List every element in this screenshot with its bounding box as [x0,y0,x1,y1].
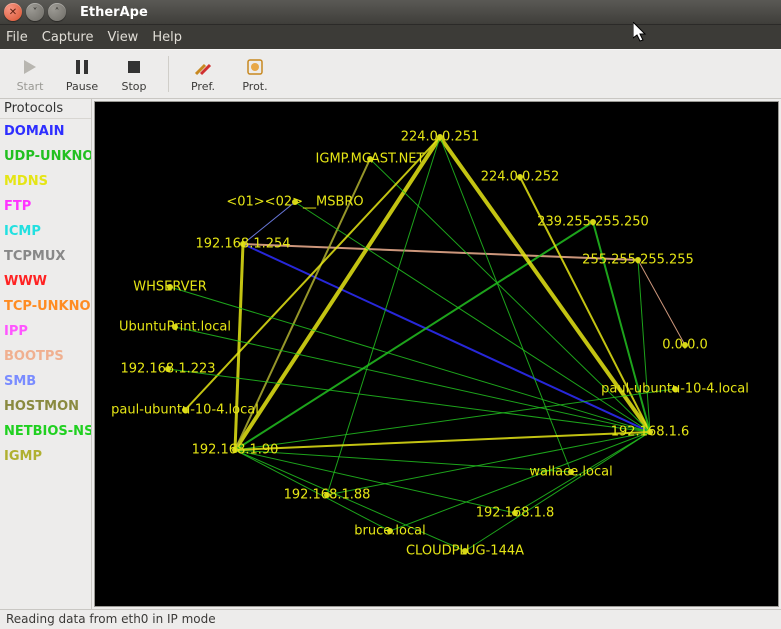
graph-link [243,244,638,260]
graph-node[interactable] [672,386,678,392]
graph-node[interactable] [635,257,641,263]
graph-node[interactable] [682,342,688,348]
graph-node[interactable] [165,366,171,372]
protocol-item[interactable]: SMB [0,369,91,394]
pref-button[interactable]: Pref. [181,56,225,93]
graph-link [243,244,650,432]
menubar: File Capture View Help [0,25,781,49]
play-icon [19,56,41,78]
graph-link [515,432,650,513]
menu-view[interactable]: View [107,30,138,45]
graph-node[interactable] [182,407,188,413]
graph-link [520,177,650,432]
protocol-item[interactable]: ICMP [0,219,91,244]
titlebar: ✕ ˅ ˄ EtherApe [0,0,781,25]
window-close-button[interactable]: ✕ [4,3,22,21]
graph-node[interactable] [590,219,596,225]
graph-link [235,244,243,450]
graph-link [440,137,650,432]
graph-node[interactable] [437,134,443,140]
prot-button[interactable]: Prot. [233,56,277,93]
pause-button[interactable]: Pause [60,56,104,93]
protocols-sidebar: Protocols DOMAINUDP-UNKNOWNMDNSFTPICMPTC… [0,99,92,609]
graph-node[interactable] [462,548,468,554]
toolbar: Start Pause Stop Pref. Prot. [0,49,781,99]
protocol-item[interactable]: FTP [0,194,91,219]
graph-node[interactable] [167,284,173,290]
content-area: Protocols DOMAINUDP-UNKNOWNMDNSFTPICMPTC… [0,99,781,609]
graph-node[interactable] [647,429,653,435]
protocol-item[interactable]: NETBIOS-NS [0,419,91,444]
graph-link [370,159,650,432]
protocols-header: Protocols [0,99,91,119]
protocol-item[interactable]: MDNS [0,169,91,194]
stop-button[interactable]: Stop [112,56,156,93]
stop-label: Stop [121,80,146,93]
stop-icon [123,56,145,78]
protocol-item[interactable]: IGMP [0,444,91,469]
menu-file[interactable]: File [6,30,28,45]
toolbar-separator [168,56,169,92]
hand-icon [244,56,266,78]
status-text: Reading data from eth0 in IP mode [6,612,216,626]
graph-links-layer [95,102,778,606]
start-button[interactable]: Start [8,56,52,93]
protocol-item[interactable]: WWW [0,269,91,294]
graph-node[interactable] [367,156,373,162]
graph-node[interactable] [517,174,523,180]
status-bar: Reading data from eth0 in IP mode [0,609,781,629]
graph-node[interactable] [324,492,330,498]
graph-node[interactable] [172,324,178,330]
protocol-item[interactable]: BOOTPS [0,344,91,369]
protocol-item[interactable]: IPP [0,319,91,344]
pause-icon [71,56,93,78]
graph-link [638,260,685,345]
tools-icon [192,56,214,78]
graph-node[interactable] [240,241,246,247]
menu-capture[interactable]: Capture [42,30,94,45]
graph-node[interactable] [568,469,574,475]
graph-node[interactable] [512,510,518,516]
prot-label: Prot. [242,80,267,93]
protocol-item[interactable]: TCPMUX [0,244,91,269]
network-graph[interactable]: 224.0.0.251IGMP.MCAST.NET224.0.0.252<01>… [94,101,779,607]
pref-label: Pref. [191,80,215,93]
start-label: Start [17,80,44,93]
window-title: EtherApe [80,5,148,20]
graph-node[interactable] [232,447,238,453]
graph-node[interactable] [292,199,298,205]
menu-help[interactable]: Help [152,30,182,45]
graph-link [235,450,465,551]
protocol-item[interactable]: TCP-UNKNOWN [0,294,91,319]
protocol-item[interactable]: UDP-UNKNOWN [0,144,91,169]
graph-link [235,450,390,531]
graph-link [440,137,571,472]
graph-link [185,137,440,410]
graph-node[interactable] [387,528,393,534]
graph-link [170,287,650,432]
protocol-item[interactable]: DOMAIN [0,119,91,144]
graph-link [235,137,440,450]
protocol-item[interactable]: HOSTMON [0,394,91,419]
pause-label: Pause [66,80,98,93]
window-maximize-button[interactable]: ˄ [48,3,66,21]
window-minimize-button[interactable]: ˅ [26,3,44,21]
graph-link [243,202,295,244]
